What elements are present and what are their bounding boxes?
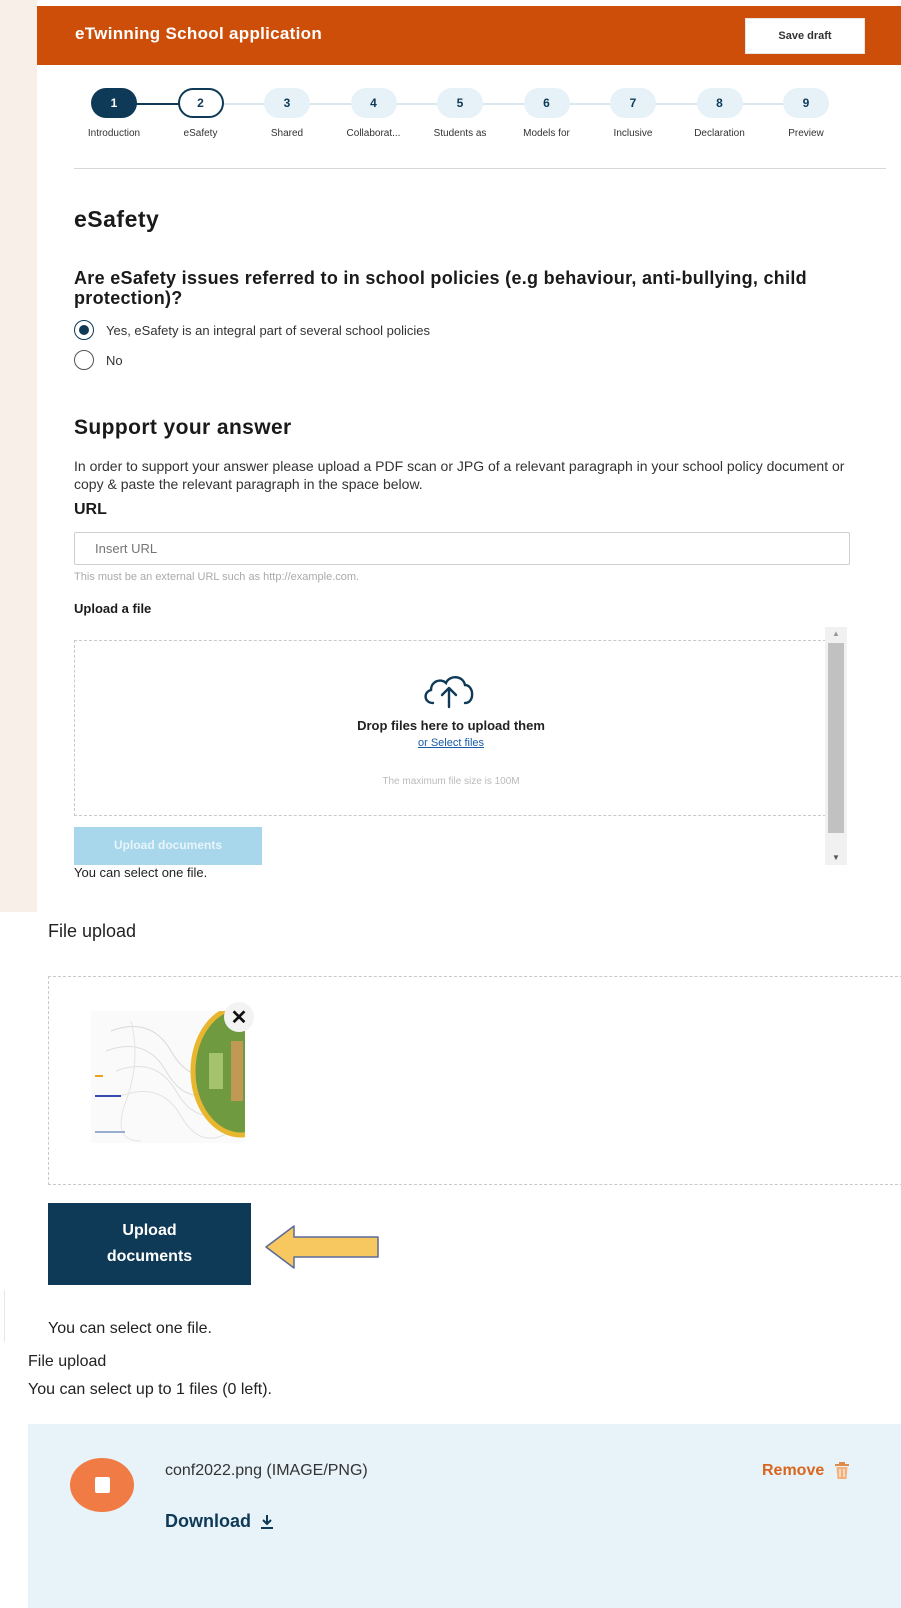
divider-line bbox=[4, 1290, 5, 1342]
left-strip bbox=[0, 0, 37, 912]
scroll-up-arrow-icon[interactable]: ▲ bbox=[825, 627, 847, 641]
upload-documents-label: Upload documents bbox=[106, 1222, 193, 1265]
step-7[interactable]: 7 Inclusive bbox=[593, 88, 673, 139]
file-limit-text: You can select up to 1 files (0 left). bbox=[28, 1381, 272, 1398]
support-description: In order to support your answer please u… bbox=[74, 458, 845, 492]
step-1[interactable]: 1 Introduction bbox=[74, 88, 154, 139]
step-9[interactable]: 9 Preview bbox=[766, 88, 846, 139]
select-one-file-note-2: You can select one file. bbox=[48, 1320, 212, 1337]
stepper: 1 Introduction 2 eSafety 3 Shared 4 Collaborat.… bbox=[74, 88, 894, 158]
trash-icon bbox=[835, 1462, 850, 1479]
upload-file-label: Upload a file bbox=[74, 601, 152, 616]
step-3[interactable]: 3 Shared bbox=[247, 88, 327, 139]
application-panel: eTwinning School application Save draft … bbox=[37, 0, 901, 912]
step-number: 3 bbox=[264, 88, 310, 118]
step-label: Preview bbox=[788, 128, 824, 139]
radio-option-no[interactable]: No bbox=[74, 350, 123, 370]
step-number: 8 bbox=[696, 88, 743, 118]
step-label: Collaborat... bbox=[346, 128, 401, 139]
file-upload-title: File upload bbox=[48, 921, 137, 941]
step-label: Students as bbox=[433, 128, 487, 139]
yellow-arrow-icon bbox=[265, 1225, 379, 1269]
select-one-file-note: You can select one file. bbox=[74, 865, 208, 880]
step-number: 7 bbox=[610, 88, 656, 118]
step-8[interactable]: 8 Declaration bbox=[680, 88, 760, 139]
step-number: 1 bbox=[91, 88, 137, 118]
radio-label-no: No bbox=[106, 352, 123, 368]
step-number: 2 bbox=[177, 88, 224, 118]
radio-option-yes[interactable]: Yes, eSafety is an integral part of seve… bbox=[74, 320, 430, 340]
remove-preview-close-icon[interactable]: ✕ bbox=[224, 1002, 254, 1032]
step-number: 6 bbox=[523, 88, 570, 118]
step-number: 4 bbox=[350, 88, 397, 118]
document-icon bbox=[94, 1477, 110, 1493]
step-label: Shared bbox=[270, 128, 304, 139]
file-type-icon bbox=[70, 1458, 134, 1512]
remove-file-button[interactable]: Remove bbox=[762, 1462, 850, 1480]
max-file-size-text: The maximum file size is 100M bbox=[382, 776, 520, 787]
url-help-text: This must be an external URL such as htt… bbox=[74, 571, 360, 583]
step-number: 5 bbox=[437, 88, 483, 118]
select-files-link[interactable]: or Select files bbox=[75, 737, 827, 749]
uploaded-file-card: conf2022.png (IMAGE/PNG) Remove Download bbox=[28, 1424, 901, 1608]
upload-documents-button[interactable]: Upload documents bbox=[48, 1203, 251, 1285]
radio-label-yes: Yes, eSafety is an integral part of seve… bbox=[106, 322, 430, 338]
scrollbar[interactable]: ▲ ▼ bbox=[825, 627, 847, 865]
scroll-thumb[interactable] bbox=[828, 643, 844, 833]
page: eTwinning School application Save draft … bbox=[0, 0, 901, 1608]
file-dropzone-with-preview[interactable] bbox=[48, 976, 901, 1185]
step-label: Introduction bbox=[87, 128, 141, 139]
radio-selected-icon[interactable] bbox=[74, 320, 94, 340]
download-file-button[interactable]: Download bbox=[165, 1511, 275, 1532]
download-label: Download bbox=[165, 1511, 251, 1531]
file-upload-title-2: File upload bbox=[28, 1353, 107, 1370]
drop-files-text: Drop files here to upload them bbox=[357, 718, 545, 733]
step-6[interactable]: 6 Models for bbox=[507, 88, 587, 139]
download-icon bbox=[261, 1514, 273, 1529]
step-label: Declaration bbox=[694, 128, 745, 139]
stepper-divider bbox=[74, 168, 886, 169]
app-title: eTwinning School application bbox=[75, 24, 323, 43]
scroll-down-arrow-icon[interactable]: ▼ bbox=[825, 851, 847, 865]
radio-unselected-icon[interactable] bbox=[74, 350, 94, 370]
step-2[interactable]: 2 eSafety bbox=[161, 88, 241, 139]
thumbnail-image bbox=[91, 1011, 245, 1143]
file-name: conf2022.png (IMAGE/PNG) bbox=[165, 1462, 368, 1479]
cloud-upload-icon bbox=[424, 676, 474, 709]
step-4[interactable]: 4 Collaborat... bbox=[334, 88, 414, 139]
step-label: Models for bbox=[523, 128, 570, 139]
uploaded-image-thumbnail bbox=[91, 1011, 245, 1143]
question-text: Are eSafety issues referred to in school… bbox=[74, 268, 807, 308]
step-number: 9 bbox=[783, 88, 829, 118]
support-title: Support your answer bbox=[74, 416, 292, 439]
section-title: eSafety bbox=[74, 206, 160, 232]
url-label: URL bbox=[74, 501, 107, 518]
step-label: eSafety bbox=[183, 128, 218, 139]
upload-documents-button-disabled[interactable]: Upload documents bbox=[74, 827, 262, 865]
step-5[interactable]: 5 Students as bbox=[420, 88, 500, 139]
app-header: eTwinning School application Save draft bbox=[37, 6, 901, 65]
remove-label: Remove bbox=[762, 1462, 825, 1479]
url-input[interactable] bbox=[74, 532, 850, 565]
file-dropzone[interactable]: Drop files here to upload them or Select… bbox=[74, 640, 826, 816]
save-draft-button[interactable]: Save draft bbox=[745, 18, 865, 54]
step-label: Inclusive bbox=[613, 128, 653, 139]
